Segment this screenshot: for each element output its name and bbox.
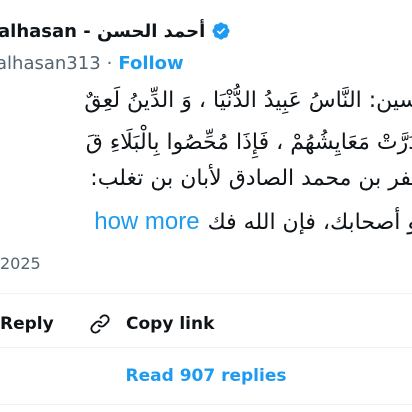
divider: [0, 293, 412, 294]
follow-button[interactable]: Follow: [118, 53, 183, 74]
show-more-link[interactable]: how more: [94, 208, 199, 236]
tweet-text-line: ـفر بن محمد الصادق لأبان بن تغلب:: [90, 166, 412, 191]
tweet-text-line: سين: النَّاسُ عَبِيدُ الدُّنْيَا ، وَ ال…: [84, 88, 412, 113]
read-replies-button[interactable]: Read 907 replies: [0, 366, 412, 386]
tweet-text-line: و أصحابك، فإن الله فك: [207, 209, 412, 235]
link-icon: [90, 314, 110, 334]
tweet-text-last-line: how more و أصحابك، فإن الله فك: [94, 208, 412, 236]
divider: [0, 347, 412, 348]
reply-label: Reply: [0, 314, 54, 334]
handle-separator: ·: [106, 52, 113, 74]
verified-badge-icon: [212, 22, 230, 40]
author-handle-row: alhasan313 · Follow: [0, 51, 184, 75]
reply-button[interactable]: Reply: [0, 311, 54, 337]
author-handle[interactable]: alhasan313: [0, 53, 101, 74]
tweet-timestamp[interactable]: 2025: [0, 254, 41, 273]
divider: [0, 404, 412, 405]
tweet-text-line: دَرَّتْ مَعَايِشُهُمْ ، فَإِذَا مُحِّصُو…: [85, 130, 412, 155]
author-name-row: alhasan - أحمد الحسن: [0, 18, 231, 44]
copy-link-label: Copy link: [126, 314, 215, 334]
copy-link-button[interactable]: Copy link: [88, 311, 214, 337]
author-display-name[interactable]: alhasan - أحمد الحسن: [0, 21, 205, 42]
